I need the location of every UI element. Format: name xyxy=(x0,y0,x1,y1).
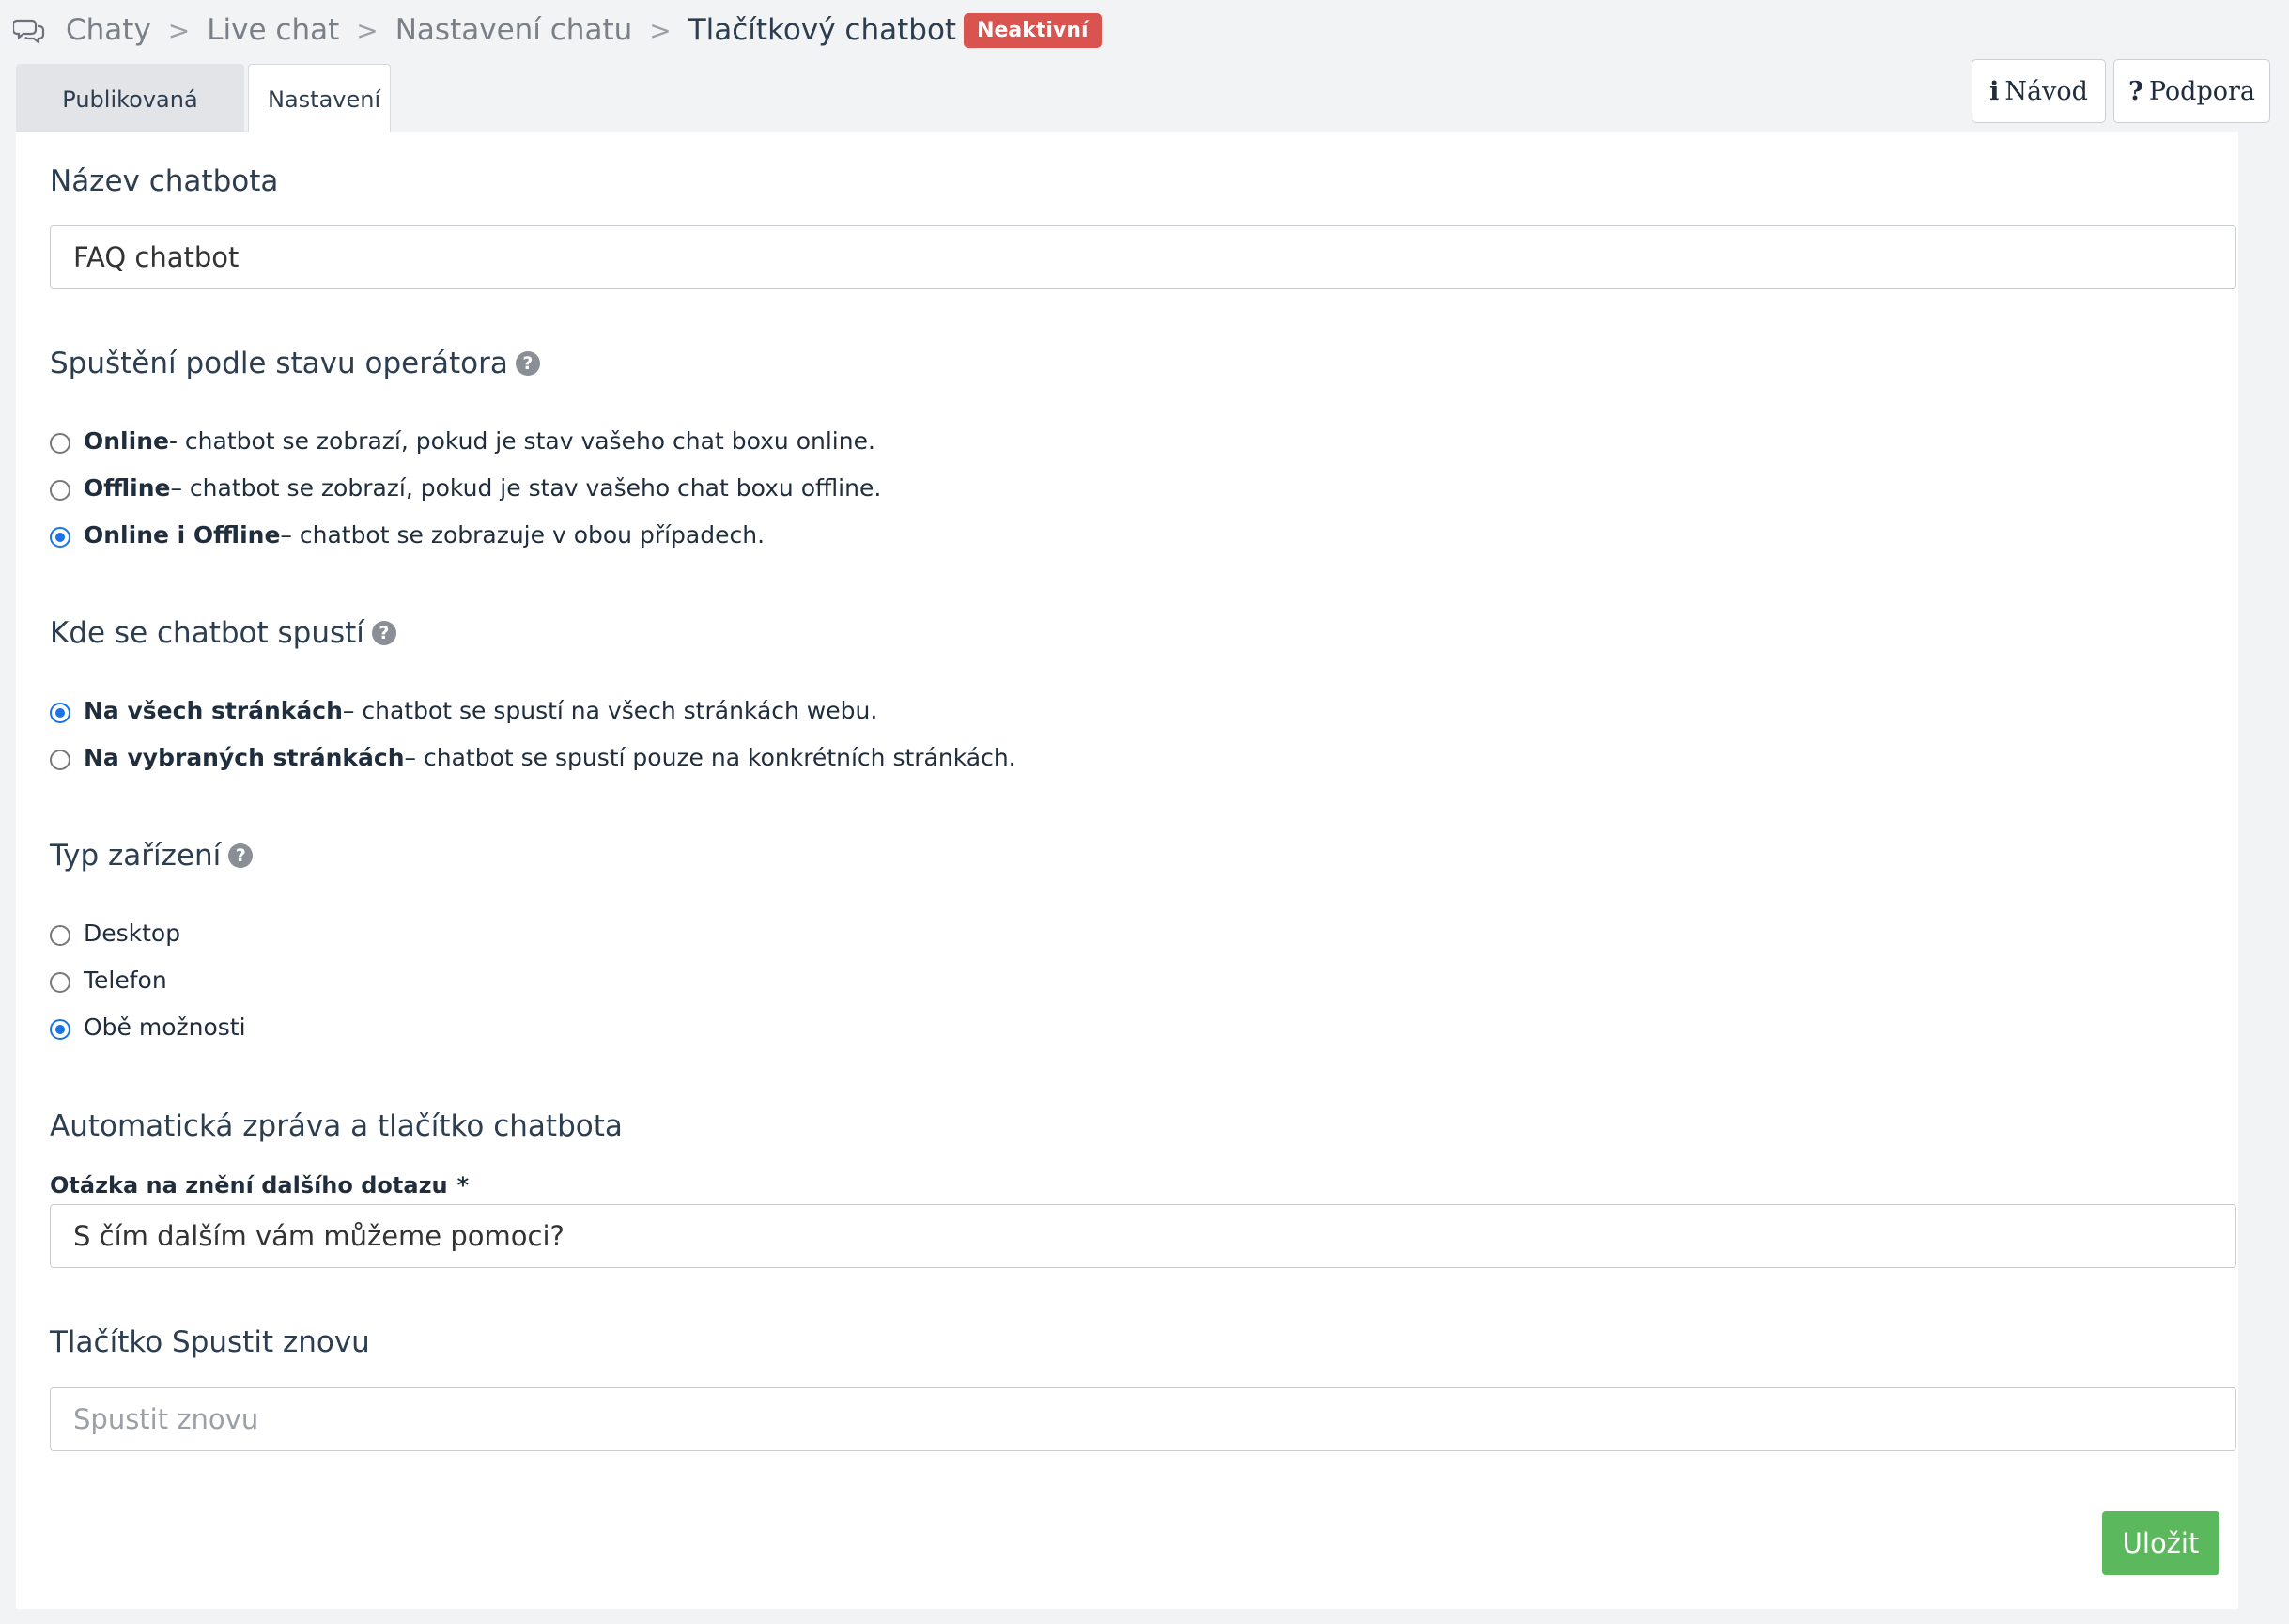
device-type-section: Typ zařízení ? xyxy=(50,839,254,873)
settings-panel: Název chatbota Spuštění podle stavu oper… xyxy=(16,132,2238,1609)
breadcrumb-separator: > xyxy=(167,14,191,46)
breadcrumb-separator: > xyxy=(649,14,672,46)
chatbot-name-input[interactable] xyxy=(50,225,2236,289)
option-label: Desktop xyxy=(84,920,181,947)
question-input[interactable] xyxy=(50,1204,2236,1268)
radio-button[interactable] xyxy=(50,479,70,501)
status-badge: Neaktivní xyxy=(964,12,1102,48)
save-button[interactable]: Uložit xyxy=(2102,1511,2219,1575)
radio-online-offline[interactable]: Online i Offline – chatbot se zobrazuje … xyxy=(50,521,765,549)
question-field-label: Otázka na znění dalšího dotazu * xyxy=(50,1172,469,1199)
breadcrumb-item-chaty[interactable]: Chaty xyxy=(66,13,151,47)
breadcrumb: Chaty > Live chat > Nastavení chatu > Tl… xyxy=(13,8,1102,53)
breadcrumb-item-chat-settings[interactable]: Nastavení chatu xyxy=(395,13,633,47)
support-button[interactable]: ? Podpora xyxy=(2113,59,2270,123)
radio-desktop[interactable]: Desktop xyxy=(50,920,180,947)
option-description: – chatbot se spustí pouze na konkrétních… xyxy=(404,744,1016,771)
page-title: Tlačítkový chatbot xyxy=(688,13,957,47)
option-description: – chatbot se zobrazuje v obou případech. xyxy=(280,521,766,549)
option-label-bold: Na všech stránkách xyxy=(84,697,343,724)
operator-state-title: Spuštění podle stavu operátora xyxy=(50,347,508,380)
guide-button[interactable]: i Návod xyxy=(1972,59,2106,123)
option-description: – chatbot se spustí na všech stránkách w… xyxy=(342,697,878,724)
option-description: - chatbot se zobrazí, pokud je stav vaše… xyxy=(168,427,875,455)
where-runs-title: Kde se chatbot spustí xyxy=(50,616,364,650)
option-label-bold: Offline xyxy=(84,474,171,502)
question-icon: ? xyxy=(2128,76,2143,106)
option-description: – chatbot se zobrazí, pokud je stav vaše… xyxy=(170,474,882,502)
operator-state-section: Spuštění podle stavu operátora ? xyxy=(50,347,540,380)
radio-online[interactable]: Online - chatbot se zobrazí, pokud je st… xyxy=(50,427,875,455)
radio-all-pages[interactable]: Na všech stránkách – chatbot se spustí n… xyxy=(50,697,877,724)
breadcrumb-item-live-chat[interactable]: Live chat xyxy=(207,13,339,47)
tab-bar: Publikovaná verze Nastavení xyxy=(16,64,394,182)
radio-phone[interactable]: Telefon xyxy=(50,967,167,994)
restart-button-input[interactable] xyxy=(50,1387,2236,1451)
option-label: Telefon xyxy=(84,967,167,994)
restart-button-title: Tlačítko Spustit znovu xyxy=(50,1325,370,1359)
where-runs-section: Kde se chatbot spustí ? xyxy=(50,616,396,650)
breadcrumb-separator: > xyxy=(356,14,379,46)
info-icon: i xyxy=(1989,76,2000,106)
guide-button-label: Návod xyxy=(2004,76,2088,106)
radio-both-devices[interactable]: Obě možnosti xyxy=(50,1013,246,1041)
help-icon[interactable]: ? xyxy=(371,621,396,645)
question-label-text: Otázka na znění dalšího dotazu xyxy=(50,1172,448,1199)
radio-button[interactable] xyxy=(50,924,70,946)
option-label-bold: Online xyxy=(84,427,169,455)
option-label-bold: Online i Offline xyxy=(84,521,281,549)
support-button-label: Podpora xyxy=(2148,76,2255,106)
option-label: Obě možnosti xyxy=(84,1013,246,1041)
chatbot-name-title: Název chatbota xyxy=(50,164,279,198)
radio-button-checked[interactable] xyxy=(50,1018,70,1040)
chat-bubbles-icon xyxy=(13,19,45,45)
device-type-title: Typ zařízení xyxy=(50,839,222,873)
radio-offline[interactable]: Offline – chatbot se zobrazí, pokud je s… xyxy=(50,474,881,502)
radio-button-checked[interactable] xyxy=(50,702,70,723)
top-actions: i Návod ? Podpora xyxy=(1964,59,2270,123)
radio-selected-pages[interactable]: Na vybraných stránkách – chatbot se spus… xyxy=(50,744,1016,771)
help-icon[interactable]: ? xyxy=(515,351,540,376)
tab-settings[interactable]: Nastavení xyxy=(248,64,391,134)
tab-published-version[interactable]: Publikovaná verze xyxy=(16,64,244,182)
option-label-bold: Na vybraných stránkách xyxy=(84,744,405,771)
radio-button-checked[interactable] xyxy=(50,526,70,548)
auto-message-title: Automatická zpráva a tlačítko chatbota xyxy=(50,1109,623,1143)
help-icon[interactable]: ? xyxy=(228,843,254,868)
radio-button[interactable] xyxy=(50,971,70,993)
required-mark: * xyxy=(456,1172,470,1199)
radio-button[interactable] xyxy=(50,749,70,770)
radio-button[interactable] xyxy=(50,432,70,454)
